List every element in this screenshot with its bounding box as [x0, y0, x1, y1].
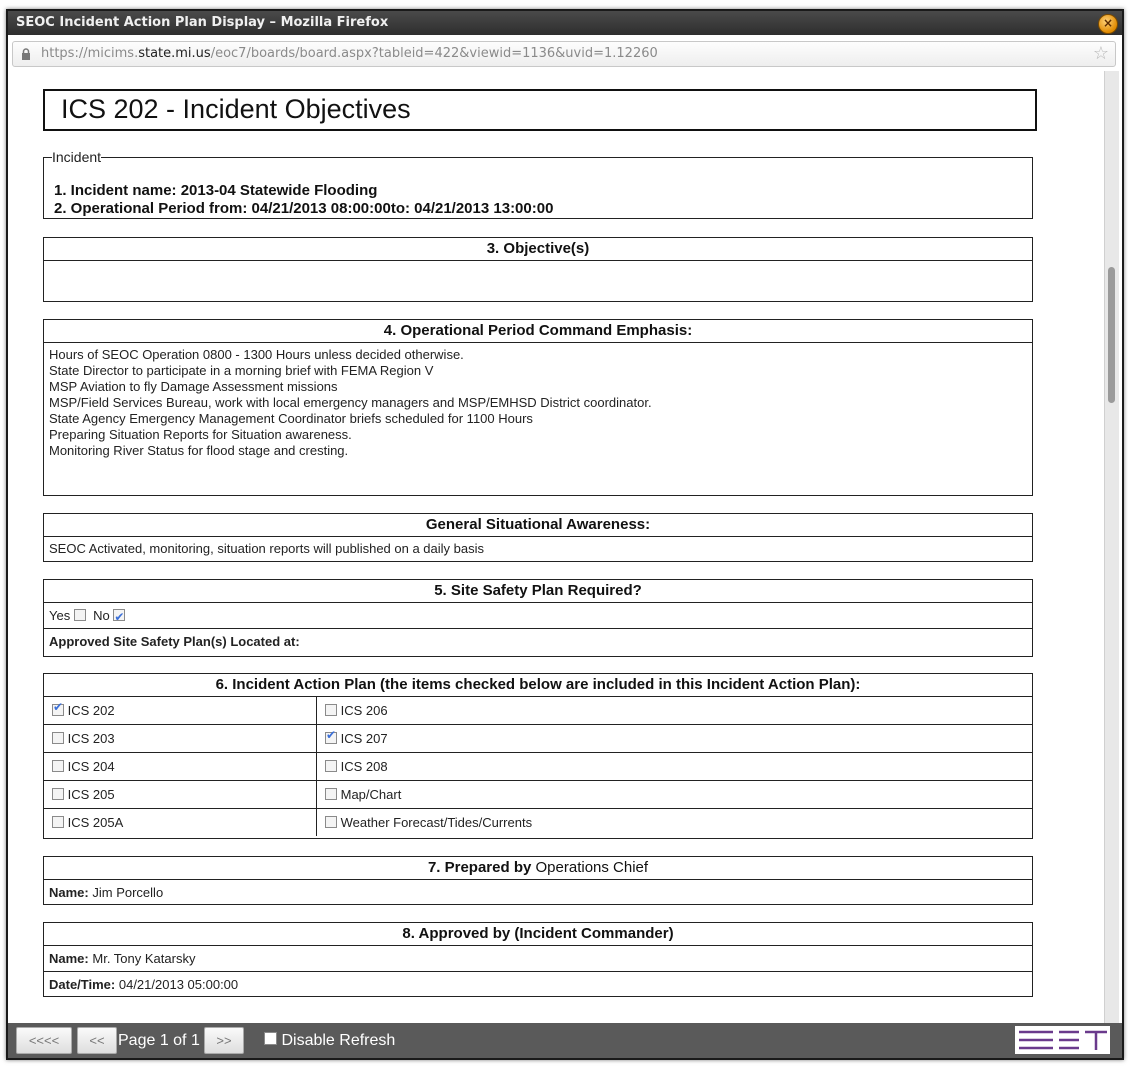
logo-icon — [1015, 1026, 1110, 1054]
prepared-by-heading: 7. Prepared by Operations Chief — [44, 857, 1032, 880]
table-row: ICS 202 ICS 206 — [44, 696, 1032, 725]
checkbox[interactable] — [325, 703, 337, 716]
iap-table: ICS 202 ICS 206 ICS 203 ICS 207 ICS 204 … — [44, 696, 1032, 836]
iap-item: ICS 202 — [44, 696, 317, 725]
incident-legend: Incident — [52, 149, 102, 165]
iap-item: ICS 206 — [316, 696, 1032, 725]
disable-refresh-checkbox[interactable] — [264, 1032, 277, 1046]
prepared-by-name: Name: Jim Porcello — [49, 885, 164, 900]
iap-item: Map/Chart — [316, 780, 1032, 809]
checkbox[interactable] — [325, 815, 337, 828]
checkbox[interactable] — [52, 787, 64, 800]
site-safety-section: 5. Site Safety Plan Required? Yes No App… — [43, 579, 1033, 657]
yes-checkbox[interactable] — [73, 608, 86, 621]
pager-footer: <<<< << Page 1 of 1 >> Disable Refresh — [8, 1023, 1122, 1058]
prev-page-button[interactable]: << — [77, 1027, 117, 1054]
incident-name: 1. Incident name: 2013-04 Statewide Floo… — [54, 182, 378, 199]
objectives-section: 3. Objective(s) — [43, 237, 1033, 302]
iap-item: ICS 205 — [44, 780, 317, 809]
objectives-body — [44, 261, 1032, 269]
no-label: No — [93, 608, 110, 623]
approved-by-heading: 8. Approved by (Incident Commander) — [44, 923, 1032, 946]
lock-icon — [22, 48, 30, 60]
checkbox[interactable] — [52, 731, 64, 744]
no-checkbox[interactable] — [113, 605, 126, 630]
page-title: ICS 202 - Incident Objectives — [61, 94, 411, 124]
objectives-heading: 3. Objective(s) — [44, 238, 1032, 261]
iap-item: ICS 207 — [316, 724, 1032, 753]
page-content: ICS 202 - Incident Objectives Incident 1… — [8, 71, 1102, 1023]
table-row: ICS 205 Map/Chart — [44, 780, 1032, 809]
checkbox[interactable] — [52, 759, 64, 772]
page-indicator: Page 1 of 1 — [118, 1032, 200, 1049]
bookmark-star-icon[interactable]: ☆ — [1093, 42, 1109, 66]
site-safety-options: Yes No — [44, 603, 1032, 630]
checkbox[interactable] — [52, 815, 64, 828]
approved-by-section: 8. Approved by (Incident Commander) Name… — [43, 922, 1033, 997]
close-icon[interactable]: × — [1098, 14, 1118, 34]
first-page-button[interactable]: <<<< — [16, 1027, 72, 1054]
url-text: https://micims.state.mi.us/eoc7/boards/b… — [41, 46, 658, 61]
window-title: SEOC Incident Action Plan Display – Mozi… — [16, 15, 389, 30]
approved-site-safety-label: Approved Site Safety Plan(s) Located at: — [44, 628, 1032, 654]
approved-by-name: Name: Mr. Tony Katarsky — [49, 951, 196, 966]
iap-item: ICS 203 — [44, 724, 317, 753]
situational-awareness-section: General Situational Awareness: SEOC Acti… — [43, 513, 1033, 562]
url-bar[interactable]: https://micims.state.mi.us/eoc7/boards/b… — [12, 41, 1116, 67]
iap-heading: 6. Incident Action Plan (the items check… — [215, 676, 861, 693]
yes-label: Yes — [49, 608, 71, 623]
iap-item: ICS 205A — [44, 808, 317, 836]
table-row: ICS 203 ICS 207 — [44, 724, 1032, 753]
vertical-scrollbar[interactable] — [1104, 71, 1119, 1023]
browser-window: SEOC Incident Action Plan Display – Mozi… — [6, 9, 1124, 1060]
emphasis-line: State Agency Emergency Management Coordi… — [49, 411, 533, 426]
emphasis-line: Preparing Situation Reports for Situatio… — [49, 427, 352, 442]
situational-body: SEOC Activated, monitoring, situation re… — [49, 541, 484, 556]
checkbox[interactable] — [325, 759, 337, 772]
emphasis-line: MSP/Field Services Bureau, work with loc… — [49, 395, 652, 410]
iap-section: 6. Incident Action Plan (the items check… — [43, 673, 1033, 839]
scroll-thumb[interactable] — [1108, 267, 1115, 403]
checkbox[interactable] — [325, 787, 337, 800]
page-title-box: ICS 202 - Incident Objectives — [43, 89, 1037, 131]
approved-datetime: Date/Time: 04/21/2013 05:00:00 — [44, 971, 1032, 997]
command-emphasis-heading: 4. Operational Period Command Emphasis: — [44, 320, 1032, 343]
emphasis-line: State Director to participate in a morni… — [49, 363, 434, 378]
iap-item: Weather Forecast/Tides/Currents — [316, 808, 1032, 836]
disable-refresh[interactable]: Disable Refresh — [264, 1027, 395, 1054]
checkbox[interactable] — [52, 700, 64, 716]
table-row: ICS 204 ICS 208 — [44, 752, 1032, 781]
situational-heading: General Situational Awareness: — [44, 514, 1032, 537]
emphasis-line: Monitoring River Status for flood stage … — [49, 443, 349, 458]
title-bar: SEOC Incident Action Plan Display – Mozi… — [8, 11, 1122, 35]
prepared-by-section: 7. Prepared by Operations Chief Name: Ji… — [43, 856, 1033, 905]
operational-period: 2. Operational Period from: 04/21/2013 0… — [54, 200, 554, 217]
emphasis-line: Hours of SEOC Operation 0800 - 1300 Hour… — [49, 347, 464, 362]
next-page-button[interactable]: >> — [204, 1027, 244, 1054]
emphasis-line: MSP Aviation to fly Damage Assessment mi… — [49, 379, 338, 394]
command-emphasis-body: Hours of SEOC Operation 0800 - 1300 Hour… — [44, 343, 1032, 463]
iap-item: ICS 204 — [44, 752, 317, 781]
table-row: ICS 205A Weather Forecast/Tides/Currents — [44, 808, 1032, 836]
checkbox[interactable] — [325, 728, 337, 744]
iap-item: ICS 208 — [316, 752, 1032, 781]
incident-fieldset: Incident 1. Incident name: 2013-04 State… — [43, 149, 1033, 219]
command-emphasis-section: 4. Operational Period Command Emphasis: … — [43, 319, 1033, 496]
site-safety-heading: 5. Site Safety Plan Required? — [44, 580, 1032, 603]
